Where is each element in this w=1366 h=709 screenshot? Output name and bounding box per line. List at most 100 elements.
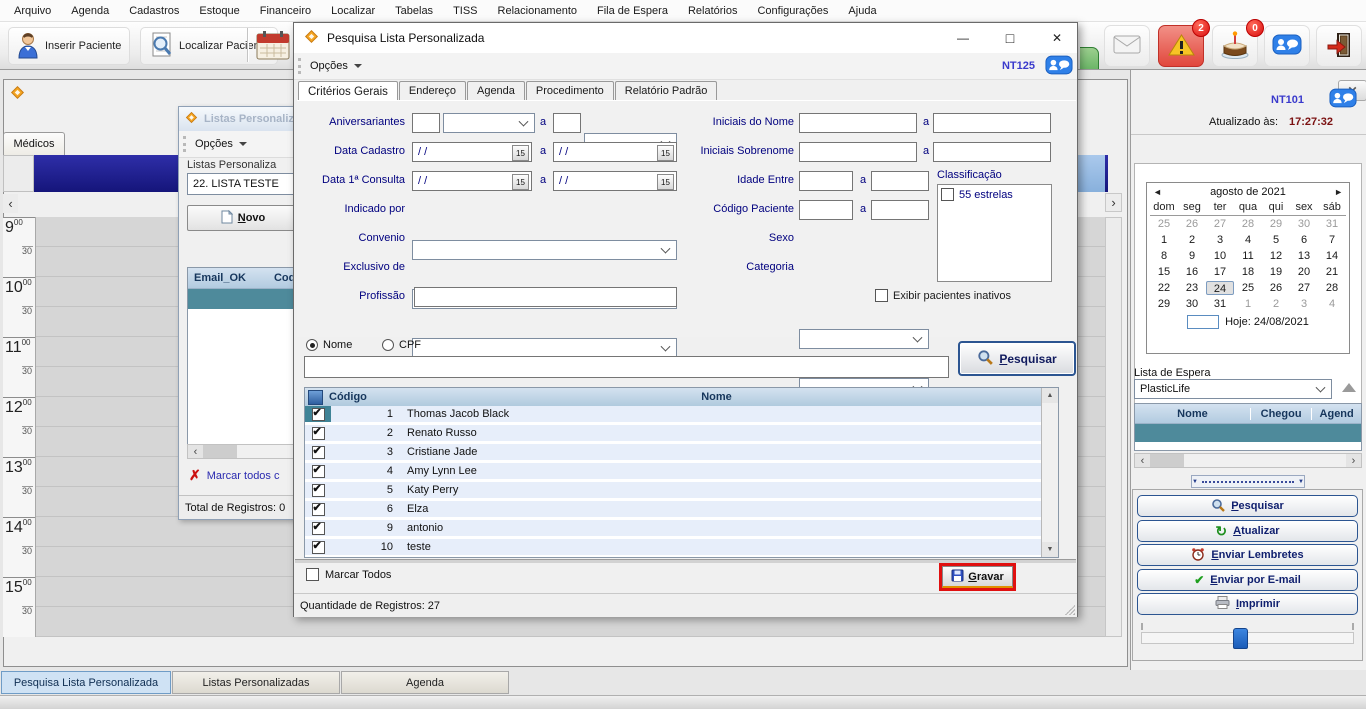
exclusivo-de-select[interactable]: [412, 338, 677, 358]
calendar-day[interactable]: 8: [1150, 249, 1178, 265]
scroll-up-icon[interactable]: ▲: [1042, 388, 1058, 403]
menu-item[interactable]: Relatórios: [678, 5, 748, 17]
calendar-day[interactable]: 30: [1290, 217, 1318, 233]
menu-item[interactable]: Arquivo: [4, 5, 61, 17]
row-checkbox[interactable]: [312, 541, 325, 554]
date-picker-icon[interactable]: 15: [512, 145, 529, 161]
classificacao-listbox[interactable]: 55 estrelas: [937, 184, 1052, 282]
date-picker-icon[interactable]: 15: [657, 145, 674, 161]
col-nome[interactable]: Nome: [391, 391, 1042, 403]
agenda-vertical-scrollbar[interactable]: [1105, 217, 1122, 637]
estrelas-checkbox[interactable]: [941, 188, 954, 201]
tab-relatorio-padrao[interactable]: Relatório Padrão: [615, 81, 718, 100]
mark-all-checkbox[interactable]: [306, 568, 319, 581]
close-button[interactable]: ✕: [1041, 26, 1073, 49]
menu-item[interactable]: Localizar: [321, 5, 385, 17]
inativos-checkbox[interactable]: [875, 289, 888, 302]
radio-nome-option[interactable]: Nome: [306, 339, 352, 351]
menu-item[interactable]: Ajuda: [838, 5, 886, 17]
patient-row[interactable]: 3Cristiane Jade: [305, 444, 1042, 460]
lists-mark-all-button[interactable]: ✗ Marcar todos c: [189, 467, 279, 484]
calendar-day[interactable]: 17: [1206, 265, 1234, 281]
calendar-icon[interactable]: [255, 29, 291, 64]
menu-item[interactable]: Fila de Espera: [587, 5, 678, 17]
aniversariantes-month-from-select[interactable]: [443, 113, 535, 133]
panel-refresh-button[interactable]: ↻ Atualizar: [1137, 520, 1358, 542]
calendar-day[interactable]: 22: [1150, 281, 1178, 297]
menu-item[interactable]: Tabelas: [385, 5, 443, 17]
dialog-search-button[interactable]: Pesquisar: [958, 341, 1076, 376]
calendar-day[interactable]: 14: [1318, 249, 1346, 265]
bottom-tab-agenda[interactable]: Agenda: [341, 671, 509, 694]
tab-medicos[interactable]: Médicos: [3, 132, 65, 155]
calendar-day[interactable]: 27: [1290, 281, 1318, 297]
chat-icon[interactable]: [1329, 88, 1357, 111]
calendar-day[interactable]: 18: [1234, 265, 1262, 281]
data-cadastro-from-input[interactable]: / /15: [412, 142, 532, 162]
panel-search-button[interactable]: Pesquisar: [1137, 495, 1358, 517]
minimize-button[interactable]: —: [947, 26, 979, 49]
cpf-radio[interactable]: [382, 339, 394, 351]
insert-patient-button[interactable]: Inserir Paciente: [8, 27, 130, 65]
calendar-day[interactable]: 29: [1150, 297, 1178, 313]
calendar-day[interactable]: 4: [1318, 297, 1346, 313]
iniciais-nome-to-input[interactable]: [933, 113, 1051, 133]
calendar-day[interactable]: 31: [1206, 297, 1234, 313]
tab-agenda[interactable]: Agenda: [467, 81, 525, 100]
calendar-day[interactable]: 11: [1234, 249, 1262, 265]
tab-procedimento[interactable]: Procedimento: [526, 81, 614, 100]
idade-from-input[interactable]: [799, 171, 853, 191]
agenda-scroll-right-button[interactable]: ›: [1105, 193, 1122, 212]
panel-reminders-button[interactable]: Enviar Lembretes: [1137, 544, 1358, 566]
calendar-day[interactable]: 5: [1262, 233, 1290, 249]
codigo-from-input[interactable]: [799, 200, 853, 220]
nome-radio[interactable]: [306, 339, 318, 351]
aniversariantes-day-to-input[interactable]: [553, 113, 581, 133]
radio-cpf-option[interactable]: CPF: [382, 339, 421, 351]
calendar-day[interactable]: 13: [1290, 249, 1318, 265]
tab-endereco[interactable]: Endereço: [399, 81, 466, 100]
calendar-day[interactable]: 31: [1318, 217, 1346, 233]
menu-item[interactable]: TISS: [443, 5, 487, 17]
scrollbar-thumb[interactable]: [203, 445, 237, 458]
calendar-day[interactable]: 6: [1290, 233, 1318, 249]
calendar-day[interactable]: 16: [1178, 265, 1206, 281]
calendar-day[interactable]: 26: [1262, 281, 1290, 297]
calendar-day[interactable]: 3: [1290, 297, 1318, 313]
data-consulta-to-input[interactable]: / /15: [553, 171, 677, 191]
patient-row[interactable]: 9antonio: [305, 520, 1042, 536]
inativos-option[interactable]: Exibir pacientes inativos: [875, 289, 1011, 302]
tab-criterios-gerais[interactable]: Critérios Gerais: [298, 81, 398, 101]
calendar-day[interactable]: 19: [1262, 265, 1290, 281]
calendar-prev-icon[interactable]: ◄: [1153, 187, 1162, 197]
new-list-button[interactable]: Novo: [187, 205, 299, 231]
calendar-day[interactable]: 1: [1150, 233, 1178, 249]
menu-item[interactable]: Agenda: [61, 5, 119, 17]
iniciais-sobrenome-from-input[interactable]: [799, 142, 917, 162]
calendar-day[interactable]: 27: [1206, 217, 1234, 233]
calendar-day[interactable]: 15: [1150, 265, 1178, 281]
calendar-day[interactable]: 4: [1234, 233, 1262, 249]
iniciais-sobrenome-to-input[interactable]: [933, 142, 1051, 162]
calendar-day[interactable]: 10: [1206, 249, 1234, 265]
menu-item[interactable]: Cadastros: [119, 5, 189, 17]
mark-all-option[interactable]: Marcar Todos: [306, 568, 391, 581]
row-checkbox[interactable]: [312, 465, 325, 478]
indicado-por-select[interactable]: [412, 240, 677, 260]
menu-item[interactable]: Estoque: [189, 5, 249, 17]
row-checkbox[interactable]: [312, 484, 325, 497]
bottom-tab-pesquisa[interactable]: Pesquisa Lista Personalizada: [1, 671, 171, 694]
sexo-select[interactable]: [799, 329, 929, 349]
row-checkbox[interactable]: [312, 503, 325, 516]
save-button[interactable]: Gravar: [942, 566, 1013, 588]
row-checkbox[interactable]: [312, 446, 325, 459]
search-text-input[interactable]: [304, 356, 949, 378]
scroll-left-icon[interactable]: ‹: [188, 445, 203, 458]
zoom-slider-thumb[interactable]: [1233, 628, 1248, 649]
patient-row[interactable]: 6Elza: [305, 501, 1042, 517]
lists-col-email[interactable]: Email_OK: [188, 272, 246, 284]
calendar-day[interactable]: 3: [1206, 233, 1234, 249]
row-checkbox[interactable]: [312, 522, 325, 535]
calendar-day[interactable]: 2: [1178, 233, 1206, 249]
patient-row[interactable]: 10teste: [305, 539, 1042, 555]
